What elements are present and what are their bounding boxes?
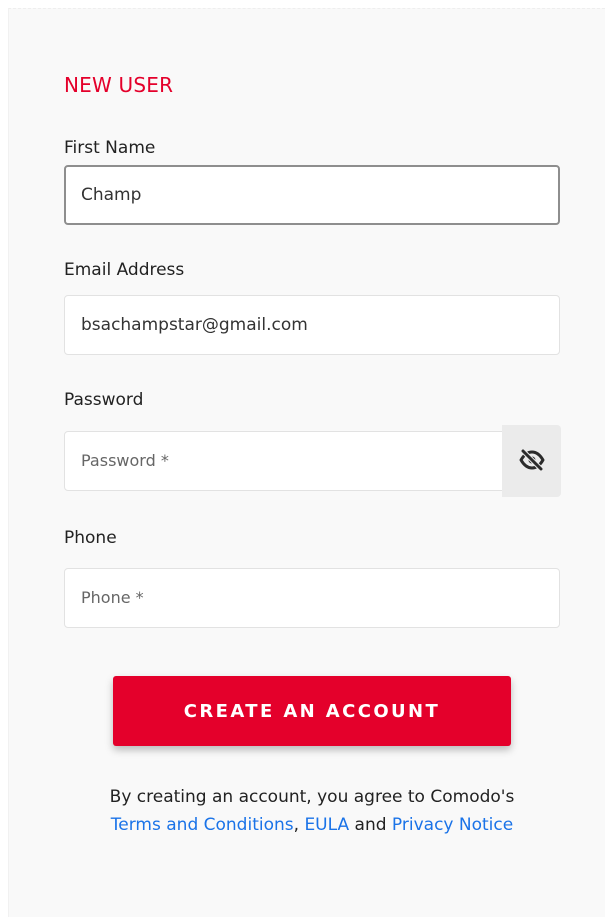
password-label: Password bbox=[64, 390, 144, 410]
privacy-notice-link[interactable]: Privacy Notice bbox=[392, 815, 513, 835]
password-visibility-toggle[interactable] bbox=[502, 425, 561, 497]
email-label: Email Address bbox=[64, 260, 185, 280]
terms-prefix: By creating an account, you agree to Com… bbox=[109, 787, 515, 807]
email-input[interactable] bbox=[64, 295, 560, 355]
eye-slash-icon bbox=[519, 448, 545, 474]
terms-comma: , bbox=[293, 815, 300, 835]
signup-card: NEW USER First Name Email Address Passwo… bbox=[8, 8, 605, 917]
eula-link[interactable]: EULA bbox=[304, 815, 349, 835]
section-title: NEW USER bbox=[64, 73, 174, 97]
first-name-label: First Name bbox=[64, 138, 156, 158]
create-account-button[interactable]: CREATE AN ACCOUNT bbox=[113, 676, 511, 746]
phone-input[interactable] bbox=[64, 568, 560, 628]
terms-and-text: and bbox=[354, 815, 387, 835]
password-input[interactable] bbox=[64, 431, 504, 491]
first-name-input[interactable] bbox=[64, 165, 560, 225]
terms-notice: By creating an account, you agree to Com… bbox=[39, 783, 585, 839]
terms-and-conditions-link[interactable]: Terms and Conditions bbox=[111, 815, 294, 835]
phone-label: Phone bbox=[64, 528, 117, 548]
